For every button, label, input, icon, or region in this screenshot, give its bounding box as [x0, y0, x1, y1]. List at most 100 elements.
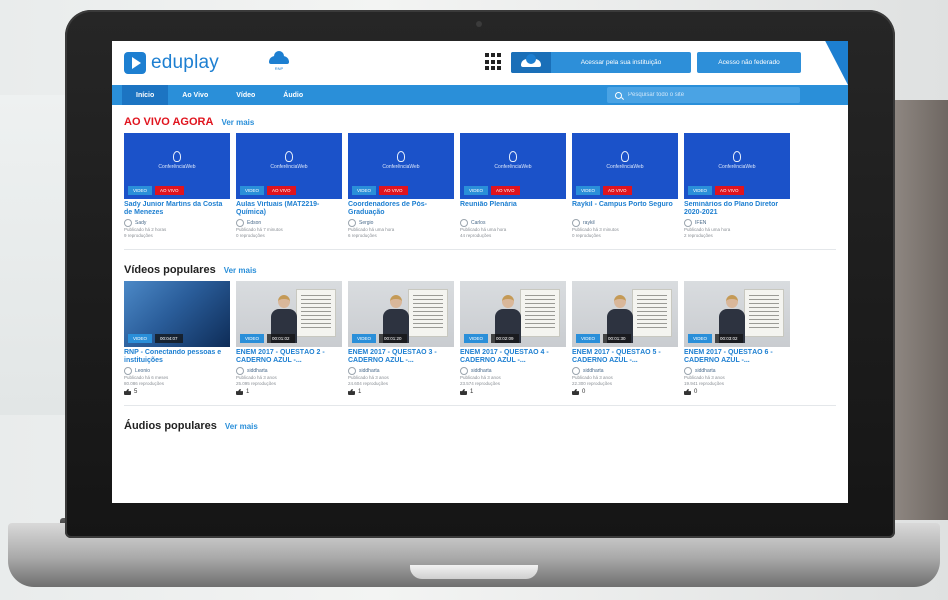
see-more-link[interactable]: Ver mais [225, 422, 258, 431]
conferenciaweb-icon [397, 151, 405, 162]
live-thumbnail[interactable]: ConferênciaWeb VIDEO AO VIVO [348, 133, 454, 199]
author-name[interactable]: Sergio [359, 220, 373, 226]
live-card[interactable]: ConferênciaWeb VIDEO AO VIVO Seminários d… [684, 133, 790, 239]
card-title[interactable]: ENEM 2017 - QUESTÃO 5 - CADERNO AZUL -..… [572, 349, 678, 365]
video-duration: 00:01:20 [379, 334, 407, 343]
video-thumbnail[interactable]: VIDEO 00:02:09 [460, 281, 566, 347]
institution-login-button[interactable]: Acessar pela sua instituição [511, 52, 691, 73]
rnp-logo[interactable]: RNP [259, 50, 299, 71]
video-card[interactable]: VIDEO 00:02:09 ENEM 2017 - QUESTÃO 4 - CA… [460, 281, 566, 395]
thumbs-up-icon [348, 389, 355, 395]
apps-grid-icon[interactable] [485, 53, 503, 71]
laptop-screen: eduplay RNP Acessar pela sua instituição… [112, 41, 848, 503]
author-name[interactable]: siddharta [247, 368, 268, 374]
video-card[interactable]: VIDEO 00:01:02 ENEM 2017 - QUESTÃO 2 - CA… [236, 281, 342, 395]
author-name[interactable]: siddharta [583, 368, 604, 374]
card-title[interactable]: Coordenadores de Pós-Graduação [348, 201, 454, 217]
nav-item-inicio[interactable]: Início [122, 85, 169, 105]
like-count: 5 [134, 389, 138, 395]
nav-item-ao-vivo[interactable]: Ao Vivo [168, 85, 222, 105]
author-name[interactable]: Sady [135, 220, 146, 226]
play-count: 6 reproduções [348, 233, 377, 238]
author-name[interactable]: Carlos [471, 220, 485, 226]
author-name[interactable]: siddharta [695, 368, 716, 374]
live-card[interactable]: ConferênciaWeb VIDEO AO VIVO Raykil - Cam… [572, 133, 678, 239]
card-title[interactable]: Raykil - Campus Porto Seguro [572, 201, 678, 217]
section-title: Áudios populares [124, 420, 217, 432]
play-count: 24.604 reproduções [348, 381, 389, 386]
live-thumbnail[interactable]: ConferênciaWeb VIDEO AO VIVO [572, 133, 678, 199]
avatar [684, 219, 692, 227]
like-button[interactable]: 5 [124, 389, 230, 395]
author-name[interactable]: Leonio [135, 368, 150, 374]
play-count: 0 reproduções [572, 233, 601, 238]
author-name[interactable]: siddharta [359, 368, 380, 374]
video-duration: 00:02:09 [491, 334, 519, 343]
live-card[interactable]: ConferênciaWeb VIDEO AO VIVO Aulas Virtua… [236, 133, 342, 239]
video-thumbnail[interactable]: VIDEO 00:01:30 [572, 281, 678, 347]
video-card[interactable]: VIDEO 00:01:30 ENEM 2017 - QUESTÃO 5 - CA… [572, 281, 678, 395]
avatar [236, 367, 244, 375]
live-card[interactable]: ConferênciaWeb VIDEO AO VIVO Coordenadore… [348, 133, 454, 239]
card-title[interactable]: Reunião Plenária [460, 201, 566, 217]
see-more-link[interactable]: Ver mais [221, 118, 254, 127]
author-name[interactable]: raykil [583, 220, 595, 226]
like-button[interactable]: 1 [236, 389, 342, 395]
card-title[interactable]: Aulas Virtuais (MAT2219-Química) [236, 201, 342, 217]
live-card[interactable]: ConferênciaWeb VIDEO AO VIVO Reunião Plen… [460, 133, 566, 239]
live-tag: AO VIVO [155, 186, 184, 195]
laptop-notch [410, 565, 538, 579]
card-title[interactable]: ENEM 2017 - QUESTÃO 4 - CADERNO AZUL -..… [460, 349, 566, 365]
author-name[interactable]: Edson [247, 220, 261, 226]
video-thumbnail[interactable]: VIDEO 00:03:02 [684, 281, 790, 347]
like-button[interactable]: 1 [460, 389, 566, 395]
live-card[interactable]: ConferênciaWeb VIDEO AO VIVO Sady Junior … [124, 133, 230, 239]
video-thumbnail[interactable]: VIDEO 00:01:20 [348, 281, 454, 347]
nav-item-audio[interactable]: Áudio [269, 85, 317, 105]
like-button[interactable]: 0 [572, 389, 678, 395]
card-title[interactable]: Seminários do Plano Diretor 2020-2021 [684, 201, 790, 217]
card-title[interactable]: RNP - Conectando pessoas e instituições [124, 349, 230, 365]
play-count: 19.941 reproduções [684, 381, 725, 386]
video-tag: VIDEO [128, 334, 153, 343]
live-thumbnail[interactable]: ConferênciaWeb VIDEO AO VIVO [124, 133, 230, 199]
author-name[interactable]: siddharta [471, 368, 492, 374]
avatar [572, 367, 580, 375]
cloud-icon [268, 50, 289, 64]
video-tag: VIDEO [688, 186, 713, 195]
live-thumbnail[interactable]: ConferênciaWeb VIDEO AO VIVO [236, 133, 342, 199]
video-duration: 00:01:30 [603, 334, 631, 343]
avatar [684, 367, 692, 375]
author-name[interactable]: IFEN [695, 220, 706, 226]
live-cards: ConferênciaWeb VIDEO AO VIVO Sady Junior … [124, 133, 836, 239]
like-count: 1 [470, 389, 474, 395]
card-title[interactable]: Sady Junior Martins da Costa de Menezes [124, 201, 230, 217]
live-tag: AO VIVO [491, 186, 520, 195]
video-card[interactable]: VIDEO 00:04:07 RNP - Conectando pessoas e… [124, 281, 230, 395]
like-button[interactable]: 1 [348, 389, 454, 395]
non-federated-login-button[interactable]: Acesso não federado [697, 52, 801, 73]
card-title[interactable]: ENEM 2017 - QUESTÃO 3 - CADERNO AZUL -..… [348, 349, 454, 365]
card-title[interactable]: ENEM 2017 - QUESTÃO 2 - CADERNO AZUL -..… [236, 349, 342, 365]
live-thumbnail[interactable]: ConferênciaWeb VIDEO AO VIVO [684, 133, 790, 199]
eduplay-logo[interactable]: eduplay [124, 52, 219, 74]
search-icon[interactable] [615, 91, 622, 99]
video-tag: VIDEO [240, 186, 265, 195]
like-button[interactable]: 0 [684, 389, 790, 395]
camera-icon [476, 21, 482, 27]
video-thumbnail[interactable]: VIDEO 00:01:02 [236, 281, 342, 347]
video-thumbnail[interactable]: VIDEO 00:04:07 [124, 281, 230, 347]
card-title[interactable]: ENEM 2017 - QUESTÃO 6 - CADERNO AZUL -..… [684, 349, 790, 365]
play-count: 23.574 reproduções [460, 381, 501, 386]
section-title: AO VIVO AGORA [124, 116, 214, 128]
live-tag: AO VIVO [603, 186, 632, 195]
see-more-link[interactable]: Ver mais [224, 266, 257, 275]
nav-item-video[interactable]: Vídeo [222, 85, 269, 105]
thumbs-up-icon [684, 389, 691, 395]
conferenciaweb-logo: ConferênciaWeb [348, 151, 454, 170]
video-tag: VIDEO [352, 186, 377, 195]
video-card[interactable]: VIDEO 00:03:02 ENEM 2017 - QUESTÃO 6 - CA… [684, 281, 790, 395]
video-card[interactable]: VIDEO 00:01:20 ENEM 2017 - QUESTÃO 3 - CA… [348, 281, 454, 395]
live-thumbnail[interactable]: ConferênciaWeb VIDEO AO VIVO [460, 133, 566, 199]
search-input[interactable] [628, 92, 778, 98]
